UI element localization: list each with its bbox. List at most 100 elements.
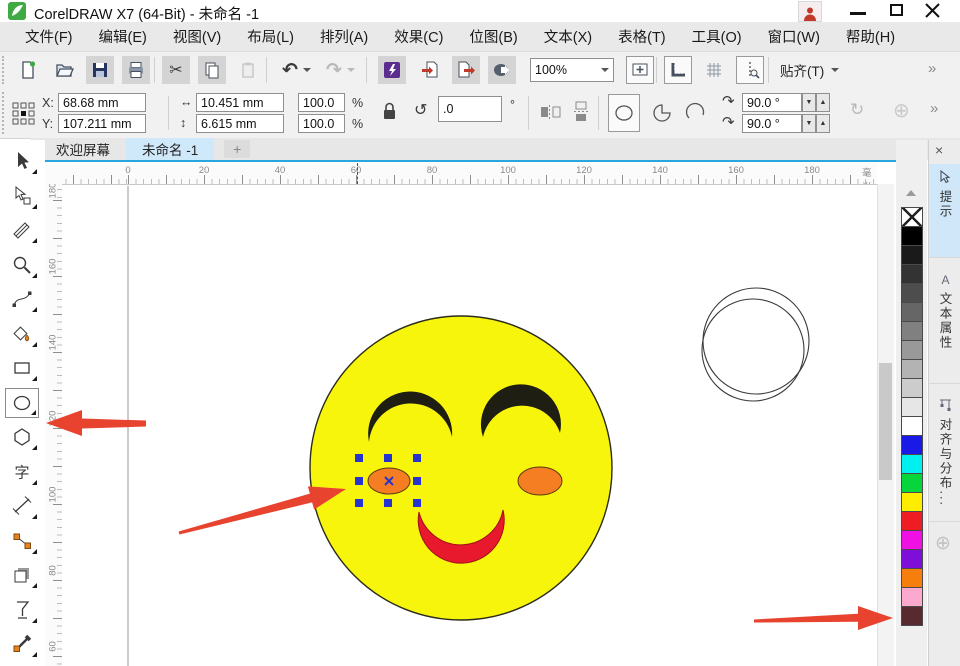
connector-tool[interactable] [5,526,39,556]
convert-to-curves-button[interactable]: ⊕ [893,98,910,123]
swatch-purple[interactable] [901,549,923,569]
scrollbar-thumb[interactable] [879,363,892,480]
change-direction-button[interactable]: ↻ [850,100,864,120]
ellipse-tool[interactable] [5,388,39,418]
menu-table[interactable]: 表格(T) [605,21,679,52]
zoom-level-select[interactable]: 100% [530,58,614,82]
propbar-grip[interactable] [2,92,8,134]
cut-button[interactable]: ✂ [162,56,190,84]
object-width-input[interactable]: 10.451 mm [196,93,284,112]
menu-edit[interactable]: 编辑(E) [86,21,160,52]
snap-to-dropdown[interactable]: 贴齐(T) [780,60,839,80]
import-button[interactable] [416,56,444,84]
zoom-tool[interactable] [5,250,39,280]
transparency-tool[interactable] [5,595,39,625]
tab-welcome-screen[interactable]: 欢迎屏幕 [40,138,126,160]
menu-arrange[interactable]: 排列(A) [307,21,381,52]
open-button[interactable] [50,56,78,84]
rotation-angle-input[interactable]: .0 [438,96,502,122]
horizontal-ruler[interactable]: 0 20 40 60 80 100 120 140 160 180 毫米 [62,163,877,185]
mirror-vertical-button[interactable] [570,101,592,123]
publish-pdf-button[interactable] [488,56,516,84]
menu-tools[interactable]: 工具(O) [679,21,755,52]
show-guidelines-button[interactable] [736,56,764,84]
ruler-origin-corner[interactable] [45,163,62,184]
palette-scroll-up-button[interactable] [900,186,922,200]
start-angle-input[interactable]: 90.0 ° [742,93,802,112]
swatch-orange[interactable] [901,568,923,588]
undo-dropdown[interactable] [300,56,314,84]
menu-effects[interactable]: 效果(C) [381,21,456,52]
swatch-10-black[interactable] [901,397,923,417]
swatch-50-black[interactable] [901,321,923,341]
arc-mode-button[interactable] [682,99,710,127]
ellipse-mode-button[interactable] [608,94,640,132]
add-docker-button[interactable]: ⊕ [935,532,951,555]
scale-x-input[interactable]: 100.0 [298,93,345,112]
drop-shadow-tool[interactable] [5,560,39,590]
y-position-input[interactable]: 107.211 mm [58,114,146,133]
menu-text[interactable]: 文本(X) [531,21,605,52]
docker-tab-hints[interactable]: 提示 [929,164,960,258]
show-rulers-button[interactable] [664,56,692,84]
swatch-red[interactable] [901,511,923,531]
swatch-no-fill[interactable] [901,207,923,227]
swatch-magenta[interactable] [901,530,923,550]
swatch-60-black[interactable] [901,302,923,322]
swatch-green[interactable] [901,473,923,493]
export-button[interactable] [452,56,480,84]
vertical-scrollbar[interactable] [877,184,894,666]
show-grid-button[interactable] [700,56,728,84]
new-tab-button[interactable]: + [224,140,250,158]
pie-mode-button[interactable] [648,99,676,127]
end-angle-down-button[interactable]: ▼ [802,114,816,133]
end-angle-up-button[interactable]: ▲ [816,114,830,133]
swatch-40-black[interactable] [901,340,923,360]
toolbar-grip[interactable] [2,56,8,84]
toolbar-overflow-button[interactable]: » [928,60,936,77]
maximize-button[interactable] [890,4,903,16]
app-launcher-button[interactable] [378,56,406,84]
swatch-blue[interactable] [901,435,923,455]
new-document-button[interactable] [14,56,42,84]
polygon-tool[interactable] [5,422,39,452]
menu-bitmaps[interactable]: 位图(B) [456,21,530,52]
docker-close-button[interactable]: × [935,142,943,158]
print-button[interactable] [122,56,150,84]
swatch-brown[interactable] [901,606,923,626]
docker-tab-text-properties[interactable]: A 文本属性 [929,266,960,384]
mirror-horizontal-button[interactable] [540,101,562,123]
freehand-tool[interactable] [5,284,39,314]
swatch-pink[interactable] [901,587,923,607]
swatch-30-black[interactable] [901,359,923,379]
scale-y-input[interactable]: 100.0 [298,114,345,133]
swatch-yellow[interactable] [901,492,923,512]
smart-fill-tool[interactable] [5,319,39,349]
propbar-overflow-button[interactable]: » [930,100,938,117]
swatch-black[interactable] [901,226,923,246]
text-tool[interactable]: 字 [5,457,39,487]
swatch-20-black[interactable] [901,378,923,398]
menu-file[interactable]: 文件(F) [12,21,86,52]
pick-tool[interactable] [5,146,39,176]
drawing-canvas[interactable] [62,184,877,666]
swatch-90-black[interactable] [901,245,923,265]
vertical-ruler[interactable]: 180 160 140 120 100 80 60 [45,184,63,666]
crop-tool[interactable] [5,215,39,245]
x-position-input[interactable]: 68.68 mm [58,93,146,112]
object-height-input[interactable]: 6.615 mm [196,114,284,133]
menu-layout[interactable]: 布局(L) [234,21,307,52]
minimize-button[interactable] [850,12,866,15]
account-icon[interactable] [798,1,822,22]
color-eyedropper-tool[interactable] [5,629,39,659]
swatch-70-black[interactable] [901,283,923,303]
rectangle-tool[interactable] [5,353,39,383]
shape-tool[interactable] [5,181,39,211]
lock-ratio-button[interactable] [382,102,397,121]
swatch-80-black[interactable] [901,264,923,284]
dimension-tool[interactable] [5,491,39,521]
paste-button[interactable] [234,56,262,84]
start-angle-up-button[interactable]: ▲ [816,93,830,112]
end-angle-input[interactable]: 90.0 ° [742,114,802,133]
save-button[interactable] [86,56,114,84]
